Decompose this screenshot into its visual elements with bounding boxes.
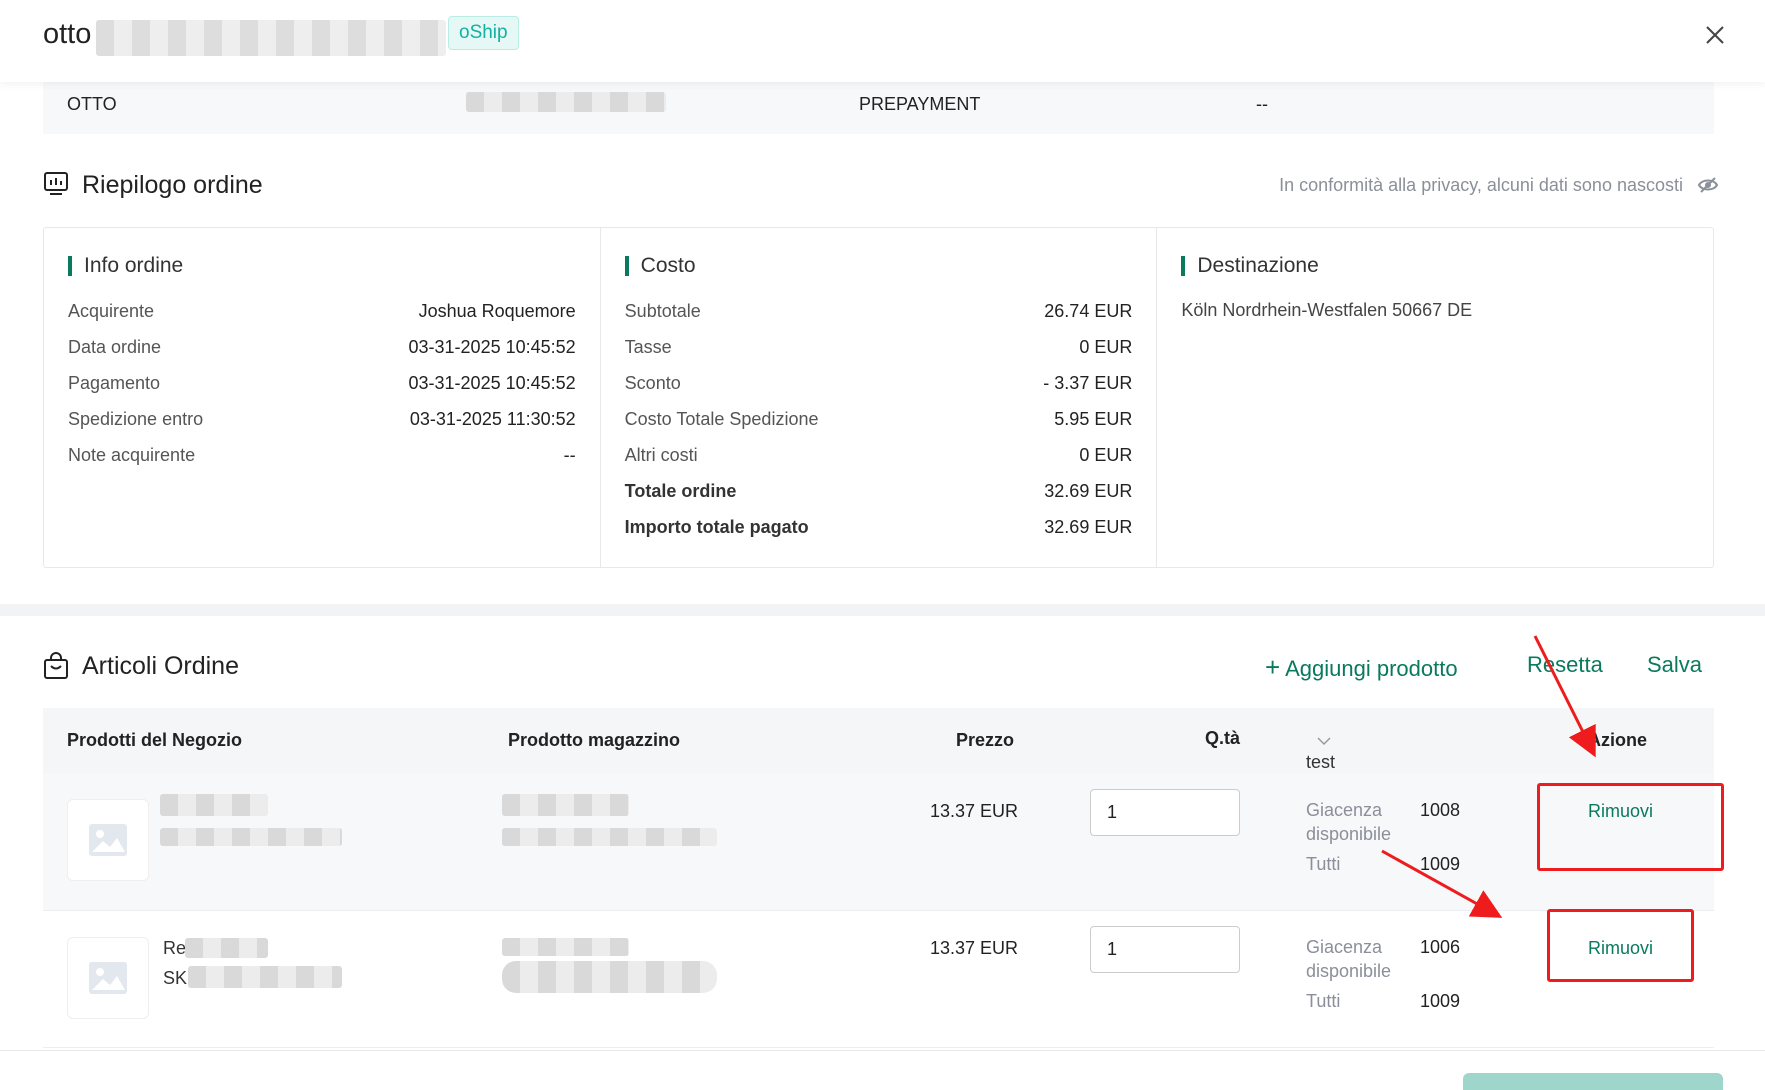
redacted-title bbox=[96, 20, 446, 56]
redacted-shop-sku bbox=[188, 966, 342, 988]
shop-product-sku-prefix: SK bbox=[163, 968, 188, 988]
table-row: 13.37 EUR 1 Giacenza disponibile 1008 Tu… bbox=[43, 774, 1714, 911]
articles-title: Articoli Ordine bbox=[82, 652, 239, 680]
info-row: Spedizione entro 03-31-2025 11:30:52 bbox=[68, 409, 576, 429]
close-icon[interactable] bbox=[1700, 20, 1730, 50]
shopping-bag-icon bbox=[44, 652, 68, 679]
cost-row: Altri costi 0 EUR bbox=[624, 445, 1133, 465]
monitor-icon bbox=[44, 172, 68, 195]
store-tag: oShip bbox=[448, 16, 519, 50]
destination-title: Destinazione bbox=[1181, 255, 1689, 276]
cost-row: Tasse 0 EUR bbox=[624, 337, 1133, 357]
cost-card: Costo Subtotale 26.74 EUR Tasse 0 EUR Scon… bbox=[601, 228, 1158, 567]
product-image-placeholder bbox=[67, 937, 149, 1019]
redacted-warehouse-name bbox=[502, 794, 629, 816]
redacted-warehouse-sku bbox=[502, 961, 717, 993]
info-row: Note acquirente -- bbox=[68, 445, 576, 465]
cost-row-paid: Importo totale pagato 32.69 EUR bbox=[624, 517, 1133, 537]
col-qty: Q.tà bbox=[1205, 728, 1241, 748]
modal-footer bbox=[0, 1050, 1765, 1090]
info-row: Data ordine 03-31-2025 10:45:52 bbox=[68, 337, 576, 357]
privacy-text: In conformità alla privacy, alcuni dati … bbox=[1279, 174, 1683, 195]
order-title: otto bbox=[43, 18, 92, 50]
stock-all: Tutti 1009 bbox=[1306, 854, 1461, 874]
quantity-input[interactable]: 1 bbox=[1090, 926, 1240, 973]
footer-primary-button[interactable] bbox=[1463, 1073, 1723, 1090]
reset-button[interactable]: Resetta bbox=[1527, 652, 1603, 678]
redacted-order-id bbox=[466, 92, 666, 112]
info-row: Acquirente Joshua Roquemore bbox=[68, 301, 576, 321]
cost-row: Subtotale 26.74 EUR bbox=[624, 301, 1133, 321]
destination-address: Köln Nordrhein-Westfalen 50667 DE bbox=[1181, 300, 1473, 320]
modal-header: otto oShip bbox=[0, 0, 1765, 82]
payment-value: -- bbox=[1256, 94, 1268, 114]
quantity-input[interactable]: 1 bbox=[1090, 789, 1240, 836]
col-price: Prezzo bbox=[956, 730, 1015, 750]
stock-available: Giacenza disponibile 1006 bbox=[1306, 937, 1461, 981]
shop-product-name-prefix: Re bbox=[163, 938, 187, 958]
redacted-shop-sku bbox=[160, 828, 342, 846]
col-shop-product: Prodotti del Negozio bbox=[67, 730, 242, 750]
row-price: 13.37 EUR bbox=[930, 801, 1019, 821]
payment-method: PREPAYMENT bbox=[859, 94, 981, 114]
platform-value: OTTO bbox=[67, 94, 117, 114]
cost-row-total: Totale ordine 32.69 EUR bbox=[624, 481, 1133, 501]
order-summary: Info ordine Acquirente Joshua Roquemore D… bbox=[43, 227, 1714, 568]
cost-row: Costo Totale Spedizione 5.95 EUR bbox=[624, 409, 1133, 429]
stock-available: Giacenza disponibile 1008 bbox=[1306, 800, 1461, 844]
annotation-box bbox=[1537, 783, 1724, 871]
order-info-strip: OTTO PREPAYMENT -- bbox=[43, 82, 1714, 134]
section-divider bbox=[0, 604, 1765, 616]
redacted-warehouse-sku bbox=[502, 828, 717, 846]
info-row: Pagamento 03-31-2025 10:45:52 bbox=[68, 373, 576, 393]
image-icon bbox=[89, 824, 127, 856]
destination-card: Destinazione Köln Nordrhein-Westfalen 50… bbox=[1157, 228, 1713, 567]
stock-all: Tutti 1009 bbox=[1306, 991, 1461, 1011]
summary-title: Riepilogo ordine bbox=[82, 171, 263, 199]
redacted-shop-name bbox=[185, 938, 268, 958]
privacy-note: In conformità alla privacy, alcuni dati … bbox=[1279, 174, 1719, 196]
redacted-warehouse-name bbox=[502, 938, 629, 956]
chevron-down-icon bbox=[1317, 737, 1331, 746]
col-action: Azione bbox=[1588, 730, 1648, 750]
articles-table-header: Prodotti del Negozio Prodotto magazzino … bbox=[43, 708, 1714, 814]
eye-off-icon[interactable] bbox=[1697, 174, 1719, 196]
cost-row: Sconto - 3.37 EUR bbox=[624, 373, 1133, 393]
order-info-title: Info ordine bbox=[68, 255, 576, 276]
product-image-placeholder bbox=[67, 799, 149, 881]
col-warehouse-product: Prodotto magazzino bbox=[508, 730, 680, 750]
add-product-button[interactable]: + Aggiungi prodotto bbox=[1265, 652, 1458, 683]
plus-icon: + bbox=[1265, 652, 1281, 682]
row-price: 13.37 EUR bbox=[930, 938, 1019, 958]
add-product-label: Aggiungi prodotto bbox=[1285, 656, 1458, 681]
redacted-shop-name bbox=[160, 794, 268, 816]
annotation-box bbox=[1547, 909, 1694, 982]
table-row: Re SK 13.37 EUR 1 Giacenza disponibile 1… bbox=[43, 911, 1714, 1048]
order-info-card: Info ordine Acquirente Joshua Roquemore D… bbox=[44, 228, 601, 567]
save-button[interactable]: Salva bbox=[1647, 652, 1702, 678]
cost-title: Costo bbox=[624, 255, 1133, 276]
warehouse-select[interactable]: test warehouse--11111 bbox=[1306, 730, 1400, 814]
image-icon bbox=[89, 962, 127, 994]
